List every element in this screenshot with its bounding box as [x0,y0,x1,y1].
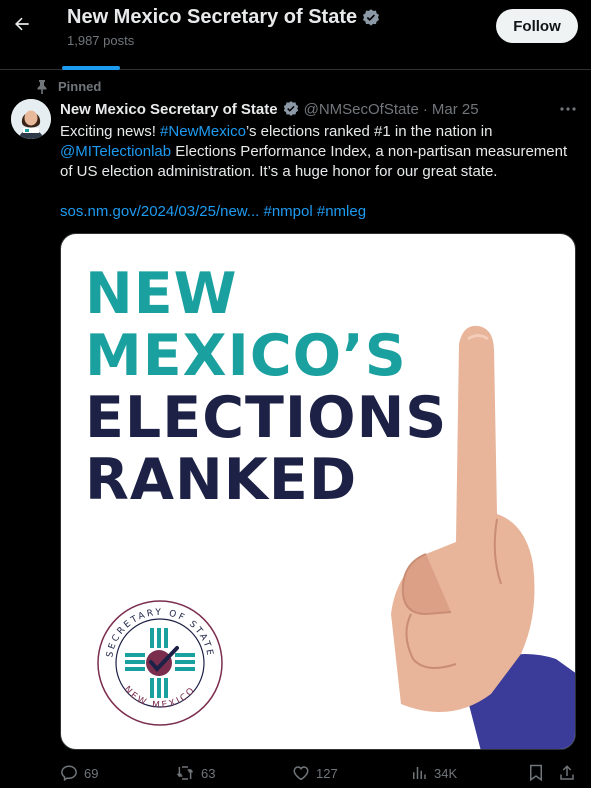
page-title-text: New Mexico Secretary of State [67,6,358,28]
verified-badge-icon [283,101,298,116]
raised-finger-hand-illustration [391,325,575,749]
repost-icon [176,766,194,780]
hashtag-nmleg[interactable]: #nmleg [317,203,366,220]
post-header: New Mexico Secretary of State @NMSecOfSt… [60,99,479,119]
post-actions: 69 63 127 34K [60,762,580,784]
bookmark-button[interactable] [528,762,544,784]
like-count: 127 [316,765,338,781]
post-text-part: ’s elections ranked #1 in the nation in [245,123,493,140]
post-image[interactable]: NEW MEXICO’S ELECTIONS RANKED SECRETARY … [60,233,576,750]
verified-badge-icon [363,8,380,26]
post-text: Exciting news! #NewMexico’s elections ra… [60,122,580,182]
secretary-of-state-seal: SECRETARY OF STATE NEW MEXICO [97,600,223,726]
reply-count: 69 [84,765,99,781]
views-button[interactable]: 34K [410,762,457,784]
views-icon [413,767,426,779]
author-handle[interactable]: @NMSecOfState [304,101,419,118]
tab-indicator [62,66,120,70]
like-button[interactable]: 127 [292,762,338,784]
bookmark-icon [530,764,542,782]
pinned-label: Pinned [58,79,102,94]
page-title: New Mexico Secretary of State [67,6,381,29]
avatar[interactable] [11,99,51,139]
reply-button[interactable]: 69 [60,762,98,784]
pin-icon [37,79,47,94]
repost-button[interactable]: 63 [175,762,215,784]
reply-icon [61,765,77,782]
like-icon [293,766,309,781]
post-text-part: Exciting news! [60,123,161,140]
hashtag-newmexico[interactable]: #NewMexico [160,123,246,140]
share-button[interactable] [558,762,576,784]
headline-line-1: NEW [85,261,238,327]
avatar-image [11,99,51,139]
follow-button[interactable]: Follow [496,9,578,43]
posts-count: 1,987 posts [67,33,135,48]
hashtag-nmpol[interactable]: #nmpol [263,203,312,220]
article-link[interactable]: sos.nm.gov/2024/03/25/new... [60,203,259,220]
separator-dot: · [422,100,428,118]
post-links: sos.nm.gov/2024/03/25/new... #nmpol #nml… [60,202,366,222]
mention-mitelectionlab[interactable]: @MITelectionlab [60,143,171,160]
profile-header: New Mexico Secretary of State 1,987 post… [0,0,591,70]
share-icon [560,765,574,780]
views-count: 34K [434,765,458,781]
author-name[interactable]: New Mexico Secretary of State [60,101,278,118]
headline-line-4: RANKED [85,447,358,513]
post-date[interactable]: Mar 25 [432,101,479,118]
more-button[interactable] [556,100,580,118]
back-arrow-icon [15,17,29,31]
more-icon [560,107,576,111]
pinned-indicator: Pinned [36,79,101,94]
back-button[interactable] [8,10,36,38]
repost-count: 63 [201,765,216,781]
